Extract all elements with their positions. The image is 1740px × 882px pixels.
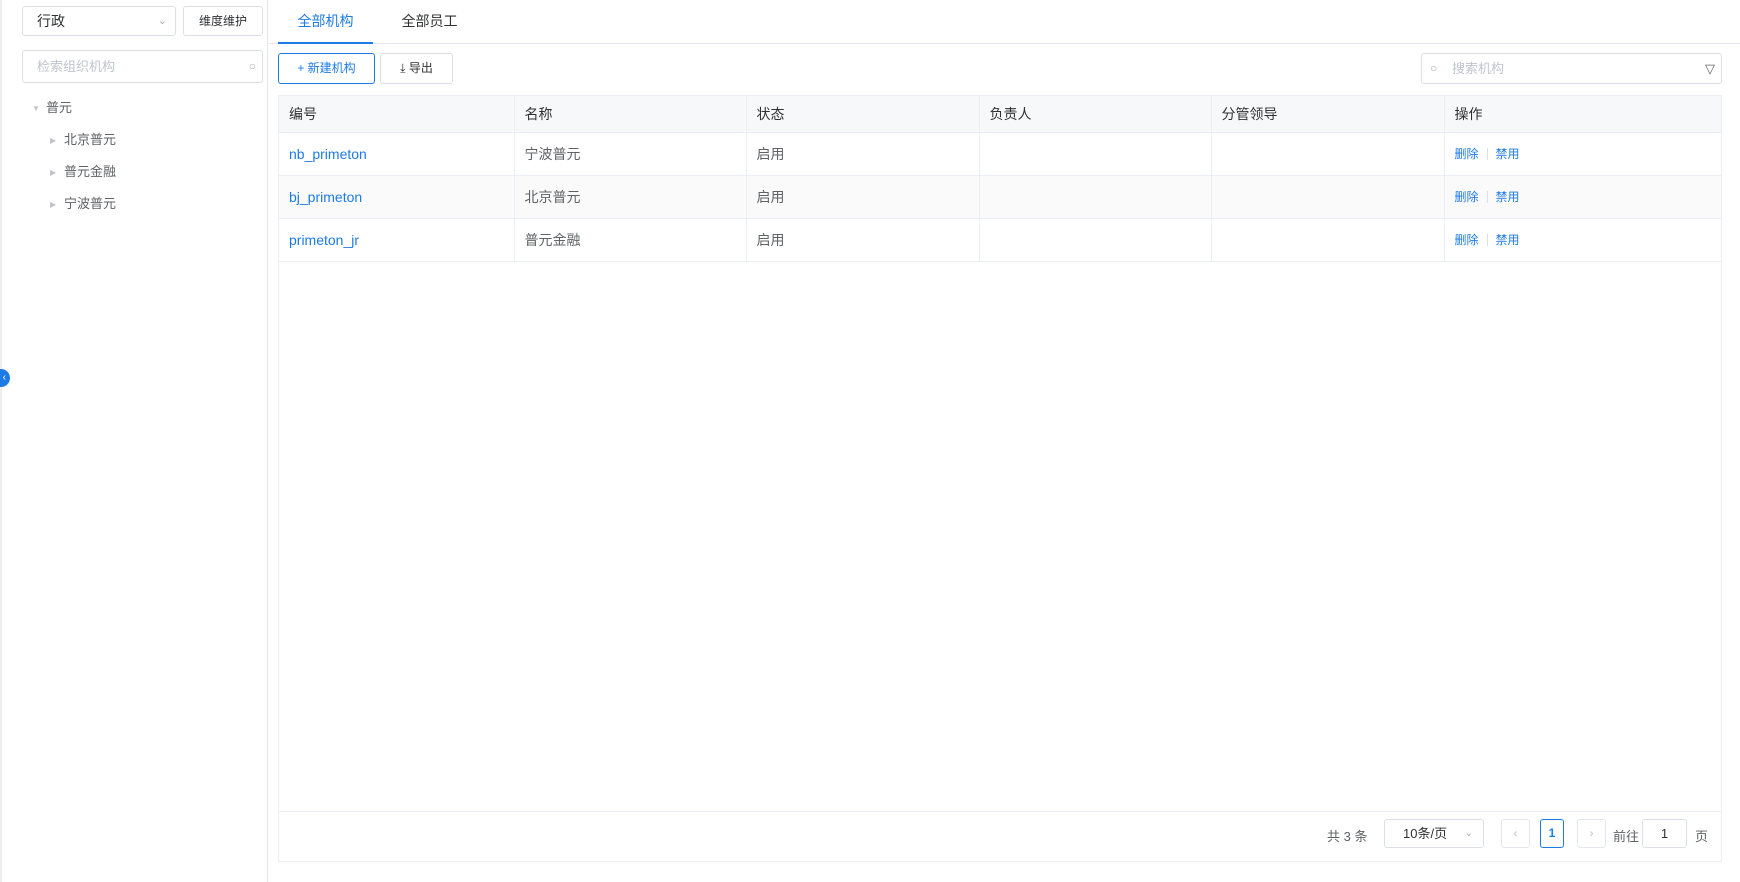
new-org-button[interactable]: + 新建机构 bbox=[278, 53, 375, 84]
page-size-value: 10条/页 bbox=[1403, 826, 1448, 841]
row-actions: 删除 禁用 bbox=[1444, 175, 1722, 219]
delete-link[interactable]: 删除 bbox=[1455, 190, 1479, 204]
search-icon: ○ bbox=[248, 59, 256, 73]
org-owner bbox=[979, 218, 1212, 262]
caret-down-icon[interactable]: ▼ bbox=[32, 97, 46, 121]
next-page-button[interactable]: › bbox=[1577, 819, 1606, 848]
dimension-select-value: 行政 bbox=[37, 13, 65, 29]
table-row: nb_primeton 宁波普元 启用 删除 禁用 bbox=[279, 132, 1722, 176]
page-number-current[interactable]: 1 bbox=[1540, 819, 1564, 848]
delete-link[interactable]: 删除 bbox=[1455, 147, 1479, 161]
disable-link[interactable]: 禁用 bbox=[1496, 190, 1520, 204]
prev-page-button[interactable]: ‹ bbox=[1501, 819, 1530, 848]
org-name: 普元金融 bbox=[514, 218, 747, 262]
org-status: 启用 bbox=[746, 218, 980, 262]
goto-prefix: 前往 bbox=[1613, 829, 1640, 844]
delete-link[interactable]: 删除 bbox=[1455, 233, 1479, 247]
export-button[interactable]: ⤓ 导出 bbox=[380, 53, 453, 84]
goto-page-input[interactable]: 1 bbox=[1642, 819, 1687, 848]
tab-all-orgs[interactable]: 全部机构 bbox=[278, 0, 373, 44]
divider bbox=[1486, 234, 1488, 247]
tree-node-label: 宁波普元 bbox=[64, 196, 117, 211]
goto-suffix: 页 bbox=[1695, 829, 1709, 844]
column-header-owner: 负责人 bbox=[979, 96, 1212, 133]
column-header-status: 状态 bbox=[746, 96, 980, 133]
chevron-down-icon: ⌄ bbox=[1464, 828, 1473, 839]
table-header-row: 编号 名称 状态 负责人 分管领导 操作 bbox=[279, 96, 1722, 133]
row-actions: 删除 禁用 bbox=[1444, 132, 1722, 176]
dimension-maintain-button[interactable]: 维度维护 bbox=[183, 6, 263, 36]
column-header-actions: 操作 bbox=[1444, 96, 1722, 133]
tree-node-label: 普元 bbox=[46, 100, 73, 115]
download-icon: ⤓ bbox=[400, 61, 406, 75]
org-leader bbox=[1211, 175, 1445, 219]
tab-bar: 全部机构 全部员工 bbox=[269, 0, 1740, 44]
tree-search-input[interactable]: 检索组织机构 ○ bbox=[22, 50, 263, 83]
org-table: 编号 名称 状态 负责人 分管领导 操作 nb_primeton 宁波普元 启用… bbox=[278, 95, 1722, 862]
divider bbox=[1486, 148, 1488, 161]
tree-node-label: 普元金融 bbox=[64, 164, 117, 179]
org-status: 启用 bbox=[746, 132, 980, 176]
tree-node-label: 北京普元 bbox=[64, 132, 117, 147]
row-actions: 删除 禁用 bbox=[1444, 218, 1722, 262]
page-size-select[interactable]: 10条/页 ⌄ bbox=[1384, 819, 1484, 848]
org-name: 北京普元 bbox=[514, 175, 747, 219]
main-content: 全部机构 全部员工 + 新建机构 ⤓ 导出 ○ 搜索机构 ▽ 编号 名称 状态 … bbox=[269, 0, 1740, 882]
disable-link[interactable]: 禁用 bbox=[1496, 147, 1520, 161]
export-label: 导出 bbox=[408, 61, 433, 75]
table-row: primeton_jr 普元金融 启用 删除 禁用 bbox=[279, 218, 1722, 262]
org-name: 宁波普元 bbox=[514, 132, 747, 176]
org-code-link[interactable]: primeton_jr bbox=[279, 218, 515, 262]
pagination: 共 3 条 10条/页 ⌄ ‹ 1 › 前往 1 页 bbox=[279, 811, 1721, 862]
tab-all-employees[interactable]: 全部员工 bbox=[382, 0, 477, 44]
org-leader bbox=[1211, 132, 1445, 176]
org-tree-panel: 行政 ⌄ 维度维护 检索组织机构 ○ ▼ 普元 ▶ 北京普元 ▶ 普元金融 ▶ 宁波普元 bbox=[0, 0, 268, 882]
caret-right-icon[interactable]: ▶ bbox=[50, 193, 64, 217]
tree-node-root[interactable]: ▼ 普元 bbox=[32, 96, 116, 128]
org-status: 启用 bbox=[746, 175, 980, 219]
table-row: bj_primeton 北京普元 启用 删除 禁用 bbox=[279, 175, 1722, 219]
tree-node-ningbo[interactable]: ▶ 宁波普元 bbox=[32, 192, 116, 224]
filter-icon[interactable]: ▽ bbox=[1705, 54, 1715, 83]
disable-link[interactable]: 禁用 bbox=[1496, 233, 1520, 247]
column-header-code: 编号 bbox=[279, 96, 515, 133]
org-owner bbox=[979, 132, 1212, 176]
caret-right-icon[interactable]: ▶ bbox=[50, 161, 64, 185]
pagination-total: 共 3 条 bbox=[1327, 829, 1368, 844]
column-header-leader: 分管领导 bbox=[1211, 96, 1445, 133]
org-owner bbox=[979, 175, 1212, 219]
org-code-link[interactable]: bj_primeton bbox=[279, 175, 515, 219]
org-leader bbox=[1211, 218, 1445, 262]
org-search-placeholder: 搜索机构 bbox=[1452, 61, 1505, 76]
org-code-link[interactable]: nb_primeton bbox=[279, 132, 515, 176]
divider bbox=[1486, 191, 1488, 204]
tree-search-placeholder: 检索组织机构 bbox=[37, 59, 116, 74]
tree-node-beijing[interactable]: ▶ 北京普元 bbox=[32, 128, 116, 160]
new-org-label: 新建机构 bbox=[307, 61, 356, 75]
caret-right-icon[interactable]: ▶ bbox=[50, 129, 64, 153]
chevron-down-icon: ⌄ bbox=[157, 15, 167, 27]
column-header-name: 名称 bbox=[514, 96, 747, 133]
tree-node-finance[interactable]: ▶ 普元金融 bbox=[32, 160, 116, 192]
org-search-input[interactable]: ○ 搜索机构 ▽ bbox=[1421, 53, 1722, 84]
dimension-select[interactable]: 行政 ⌄ bbox=[22, 6, 176, 36]
search-icon: ○ bbox=[1430, 61, 1438, 75]
org-tree: ▼ 普元 ▶ 北京普元 ▶ 普元金融 ▶ 宁波普元 bbox=[32, 96, 116, 224]
plus-icon: + bbox=[297, 61, 305, 75]
